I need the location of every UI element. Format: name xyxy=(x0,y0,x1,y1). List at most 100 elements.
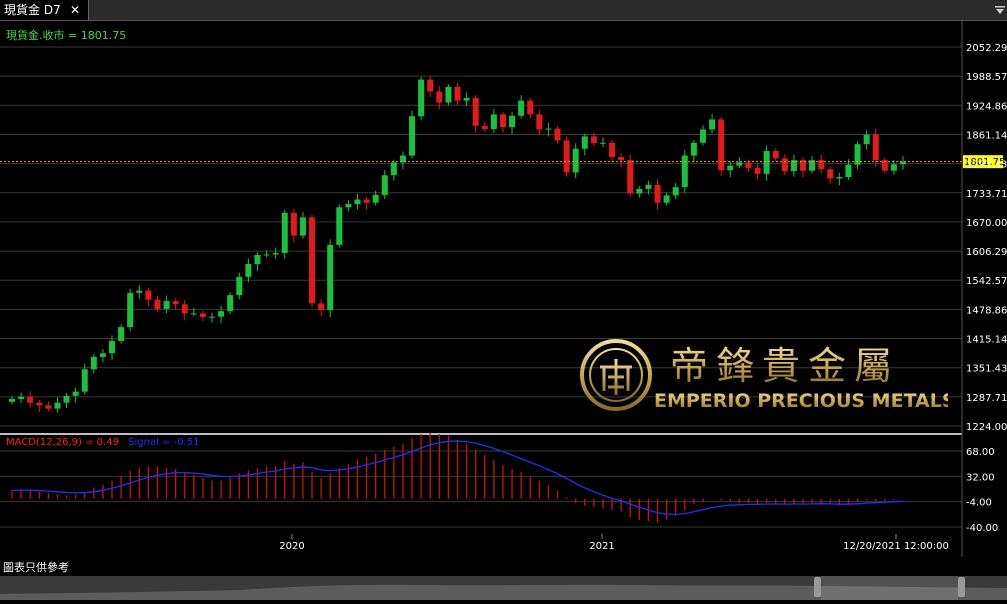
candle-body xyxy=(118,327,125,341)
candle-body xyxy=(299,217,306,236)
candle-body xyxy=(309,217,316,304)
candle-body xyxy=(754,167,761,174)
candle-body xyxy=(672,187,679,196)
candle-body xyxy=(718,119,725,171)
candle-body xyxy=(54,402,61,409)
logo-name-zh: 帝鋒貴金屬 xyxy=(670,344,900,388)
candle-body xyxy=(890,164,897,171)
candle-body xyxy=(227,295,234,312)
candle-body xyxy=(581,136,588,149)
menu-icon[interactable] xyxy=(995,5,1005,15)
price-tick-label: 1797.43 xyxy=(966,160,1007,171)
candle-body xyxy=(272,253,279,255)
candle-body xyxy=(727,165,734,171)
candle-body xyxy=(590,136,597,144)
candle-body xyxy=(445,86,452,103)
logo-name-en: EMPERIO PRECIOUS METALS xyxy=(654,390,948,412)
candle-body xyxy=(90,356,97,370)
candle-body xyxy=(663,195,670,203)
candle-body xyxy=(699,129,706,143)
candle-body xyxy=(372,194,379,203)
candle-body xyxy=(336,207,343,245)
candle-body xyxy=(454,86,461,101)
tab-bar: 現貨金 D7 ✕ xyxy=(0,0,1007,21)
price-tick-label: 2052.29 xyxy=(966,43,1007,54)
macd-tick-label: 32.00 xyxy=(966,472,995,483)
candle-body xyxy=(18,396,25,400)
candle-body xyxy=(199,313,206,318)
candle-body xyxy=(554,128,561,141)
price-tick-label: 1606.29 xyxy=(966,247,1007,258)
chart-tab[interactable]: 現貨金 D7 ✕ xyxy=(0,0,89,20)
candle-body xyxy=(627,160,634,194)
candle-body xyxy=(318,303,325,311)
candle-body xyxy=(836,177,843,179)
candle-body xyxy=(81,369,88,392)
macd-tick-label: 68.00 xyxy=(966,447,995,458)
price-tick-label: 1351.43 xyxy=(966,364,1007,375)
price-tick-label: 1670.00 xyxy=(966,218,1007,229)
candle-body xyxy=(263,254,270,256)
candle-body xyxy=(863,134,870,145)
candle-body xyxy=(281,212,288,254)
candle-body xyxy=(518,100,525,116)
candle-body xyxy=(536,114,543,130)
candle-body xyxy=(499,114,506,128)
candle-body xyxy=(481,125,488,130)
candle-body xyxy=(254,254,261,265)
navigator-left-handle[interactable] xyxy=(814,577,821,597)
candle-body xyxy=(763,151,770,174)
candle-body xyxy=(490,114,497,130)
candle-body xyxy=(872,134,879,161)
candle-body xyxy=(181,304,188,314)
candle-body xyxy=(290,212,297,236)
macd-legend-value: MACD(12,26,9) = 0.49 xyxy=(6,437,119,448)
candle-body xyxy=(381,175,388,195)
candle-body xyxy=(145,290,152,300)
time-tick-label: 12/20/2021 12:00:00 xyxy=(843,541,949,552)
candle-body xyxy=(709,119,716,130)
chart-area[interactable]: 1801.75 2052.291988.571924.861861.141797… xyxy=(0,21,1007,557)
close-icon[interactable]: ✕ xyxy=(70,0,80,20)
macd-tick-label: -40.00 xyxy=(966,523,998,534)
candle-body xyxy=(63,395,70,403)
candle-body xyxy=(527,100,534,115)
candle-body xyxy=(363,199,370,203)
emperio-logo: 帝鋒貴金屬 EMPERIO PRECIOUS METALS xyxy=(580,339,948,412)
candle-body xyxy=(154,299,161,309)
candle-body xyxy=(172,301,179,305)
candle-body xyxy=(745,162,752,168)
price-tick-label: 1415.14 xyxy=(966,335,1007,346)
candle-body xyxy=(572,148,579,173)
candle-body xyxy=(845,164,852,178)
candle-body xyxy=(781,158,788,172)
price-tick-label: 1733.71 xyxy=(966,189,1007,200)
candle-body xyxy=(9,399,15,402)
tab-title: 現貨金 D7 xyxy=(4,3,61,17)
candle-body xyxy=(36,402,43,406)
candle-body xyxy=(127,292,134,328)
price-tick-label: 1861.14 xyxy=(966,130,1007,141)
candle-body xyxy=(236,276,243,296)
price-tick-label: 1224.00 xyxy=(966,422,1007,433)
navigator-right-handle[interactable] xyxy=(958,577,965,597)
candle-body xyxy=(163,301,170,309)
footer-note: 圖表只供參考 xyxy=(3,561,69,574)
candle-body xyxy=(409,116,416,156)
candle-body xyxy=(609,142,616,157)
time-tick-label: 2020 xyxy=(279,541,304,552)
macd-tick-label: -4.00 xyxy=(966,498,992,509)
candle-body xyxy=(563,140,570,173)
candle-body xyxy=(45,405,52,409)
navigator-window[interactable] xyxy=(821,576,958,600)
candle-body xyxy=(109,340,116,354)
price-tick-label: 1988.57 xyxy=(966,72,1007,83)
candle-body xyxy=(618,156,625,161)
candle-body xyxy=(27,396,34,403)
candle-body xyxy=(545,128,552,130)
macd-legend: MACD(12,26,9) = 0.49 Signal = -0.51 xyxy=(6,437,199,448)
candle-body xyxy=(736,162,743,166)
candle-body xyxy=(463,97,470,101)
candle-body xyxy=(327,244,334,311)
price-legend: 現貨金.收市 = 1801.75 xyxy=(6,28,126,42)
